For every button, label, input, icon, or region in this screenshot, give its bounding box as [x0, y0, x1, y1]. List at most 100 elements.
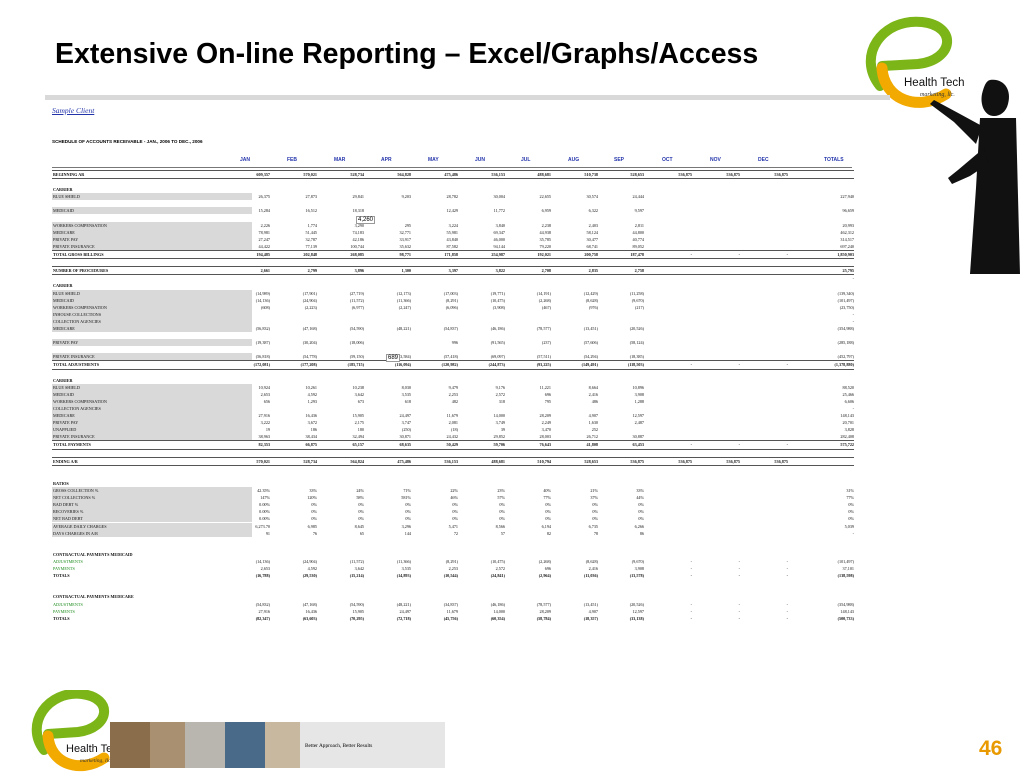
table-cell: 0%	[358, 516, 364, 522]
floating-note: 4,260	[356, 216, 376, 224]
table-cell: 11,772	[493, 208, 505, 214]
table-cell: (54,294)	[583, 354, 598, 360]
table-cell: 55,981	[446, 229, 458, 235]
row-label: ADJUSTMENTS	[53, 601, 83, 607]
month-header-cell: APR	[381, 157, 392, 163]
table-cell: -	[738, 566, 740, 572]
table-cell: (20,526)	[629, 325, 644, 331]
row-label: PRIVATE PAY	[53, 236, 79, 242]
table-cell: 82,353	[258, 442, 270, 448]
table-cell: 19	[265, 427, 270, 433]
row-label: BLUE SHIELD	[53, 290, 80, 296]
table-cell: 30,477	[586, 236, 598, 242]
row-label: BLUE SHIELD	[53, 384, 80, 390]
table-cell: (3,908)	[492, 304, 505, 310]
table-cell: 66,875	[305, 442, 317, 448]
table-cell: 12,429	[446, 208, 458, 214]
table-row: WORKERS COMPENSATION 2,226 1,774 3,290 295 3,…	[52, 221, 854, 229]
table-cell: (172,081)	[253, 362, 270, 368]
table-cell: 0.00%	[259, 502, 270, 508]
table-cell: 254,987	[491, 252, 505, 258]
table-row: PAYMENTS 27,916 16,436 15,905 24,497 11,679 14…	[52, 608, 854, 615]
row-label: BAD DEBT %	[53, 502, 79, 508]
table-cell: (18,385)	[629, 354, 644, 360]
table-cell: 27,916	[258, 608, 270, 614]
table-cell: 86	[639, 530, 644, 536]
row-label: ADJUSTMENTS	[53, 558, 83, 564]
table-cell: 18,318	[352, 208, 364, 214]
table-cell: -	[852, 530, 854, 536]
table-cell: 3,672	[307, 420, 317, 426]
table-row: PRIVATE PAY (19,387) (30,204) (18,006) 996 (9…	[52, 339, 854, 347]
table-row: TOTAL ADJUSTMENTS (172,081) (177,208) (185,…	[52, 360, 854, 370]
table-cell: 24,444	[632, 194, 644, 200]
table-cell: 0%	[499, 502, 505, 508]
table-cell: -	[852, 318, 854, 324]
table-cell: 2,653	[260, 391, 270, 397]
client-name: Sample Client	[52, 106, 95, 115]
header-bar	[45, 95, 890, 100]
table-row: PRIVATE PAY 27,247 32,787 42,186 33,917 43,84…	[52, 235, 854, 243]
table-cell: 15,905	[352, 608, 364, 614]
table-cell: 618	[404, 398, 411, 404]
table-cell: 68,741	[586, 243, 598, 249]
row-label: CARRIER	[53, 283, 73, 289]
table-cell: 536,875	[630, 458, 644, 464]
table-cell: 1,630	[588, 420, 598, 426]
table-cell: 2,758	[634, 268, 644, 274]
table-cell: 0%	[452, 516, 458, 522]
table-cell: 4,907	[588, 608, 598, 614]
photo-panel	[225, 722, 265, 768]
table-cell: 38,963	[258, 434, 270, 440]
table-cell: 44,800	[632, 229, 644, 235]
table-cell: 697,240	[840, 243, 854, 249]
table-cell: (15,214)	[349, 573, 364, 579]
table-cell: 0%	[545, 509, 551, 515]
table-cell: 26,375	[258, 194, 270, 200]
table-row	[52, 579, 854, 586]
table-cell: 8,645	[354, 523, 364, 529]
table-cell: (6,977)	[351, 304, 364, 310]
table-row	[52, 466, 854, 473]
table-row: NET BAD DEBT 0.00% 0% 0% 0% 0% 0% 0% 0% 0% 0%	[52, 515, 854, 523]
row-label: CARRIER	[53, 377, 73, 383]
table-cell: 2,253	[448, 391, 458, 397]
table-row: MEDICARE 27,916 16,436 15,905 24,497 11,679 14…	[52, 412, 854, 420]
table-cell: (58,124)	[629, 340, 644, 346]
table-cell: 171,858	[444, 252, 458, 258]
table-cell: 24,432	[446, 434, 458, 440]
table-cell: 46%	[450, 495, 458, 501]
table-cell: 996	[451, 340, 458, 346]
row-label: PRIVATE PAY	[53, 340, 79, 346]
table-cell: 795	[544, 398, 551, 404]
table-cell: (54,832)	[255, 601, 270, 607]
table-row: CONTRACTUAL PAYMENTS MEDICARE	[52, 593, 854, 600]
table-cell: 1,293	[307, 398, 317, 404]
table-cell: (47,168)	[302, 325, 317, 331]
row-label: MEDICARE	[53, 413, 75, 419]
table-cell: 696	[544, 566, 551, 572]
table-cell: 26,712	[586, 434, 598, 440]
table-cell: 10,924	[258, 384, 270, 390]
table-cell: 14,000	[493, 608, 505, 614]
table-cell: (57,418)	[443, 354, 458, 360]
table-cell: 3,840	[495, 222, 505, 228]
table-row	[52, 215, 854, 222]
table-cell: (139,340)	[837, 290, 854, 296]
table-row: GROSS COLLECTION % 42.35% 33% 24% 71% 22% 23% 4…	[52, 487, 854, 495]
table-cell: 510,738	[584, 172, 598, 177]
table-cell: 0%	[311, 516, 317, 522]
table-cell: 536,875	[678, 172, 692, 177]
table-row: CARRIER	[52, 377, 854, 384]
table-cell: 42,186	[352, 236, 364, 242]
table-cell: 656	[263, 398, 270, 404]
photo-strip	[110, 722, 445, 768]
table-cell: -	[786, 558, 788, 564]
table-row: PRIVATE INSURANCE (56,818) (54,778) (59,150…	[52, 353, 854, 361]
table-cell: 15,905	[352, 413, 364, 419]
month-header-cell: FEB	[287, 157, 297, 163]
table-cell: 0%	[638, 516, 644, 522]
row-label: PRIVATE PAY	[53, 420, 79, 426]
table-cell: 40%	[543, 488, 551, 494]
table-cell: (33,138)	[629, 615, 644, 621]
